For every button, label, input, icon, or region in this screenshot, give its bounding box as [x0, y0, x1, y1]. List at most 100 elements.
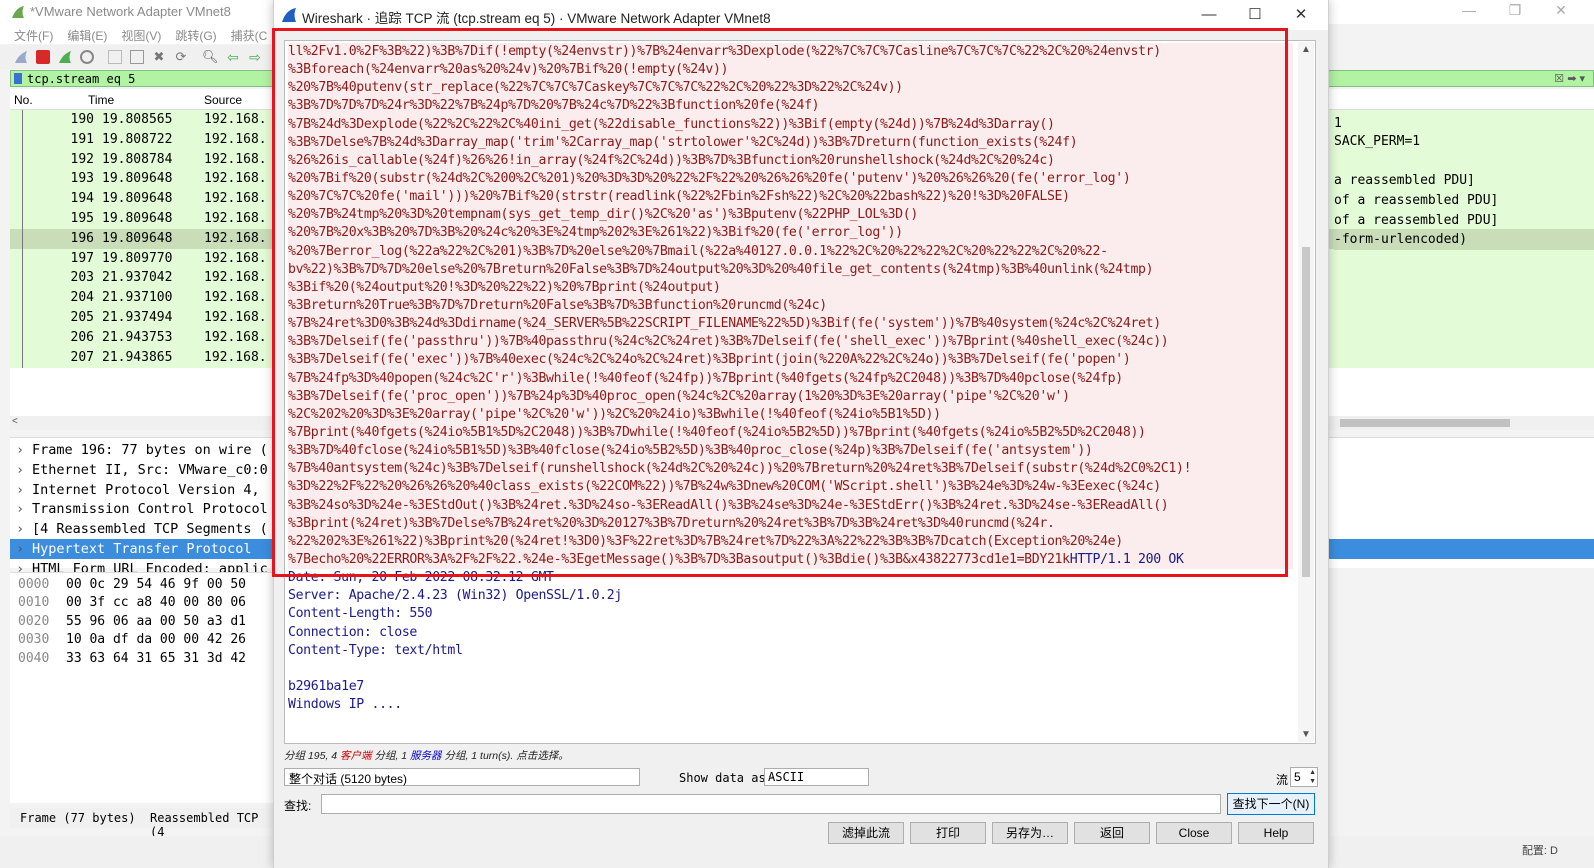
menu-view[interactable]: 视图(V) [121, 27, 161, 44]
tree-line [22, 308, 33, 328]
stream-line-text: %3D%22%2F%22%20%26%26%20%40class_exists(… [288, 479, 1161, 495]
display-filter-input[interactable]: tcp.stream eq 5 [27, 72, 135, 86]
reload-icon[interactable]: ⟳ [174, 50, 188, 64]
summary-text: 分组 195, 4 [284, 750, 341, 762]
stream-vscroll[interactable]: ▲ ▼ [1298, 42, 1314, 742]
status-reassembled-tab[interactable]: Reassembled TCP (4 [150, 811, 280, 839]
scroll-left-icon[interactable]: < [12, 416, 18, 427]
scroll-thumb[interactable] [1340, 419, 1510, 427]
scroll-thumb[interactable] [1302, 247, 1310, 577]
profile-label[interactable]: 配置: D [1522, 842, 1558, 858]
client-request-line: %3Breturn%20True%3B%7D%7Dreturn%20False%… [288, 296, 1293, 316]
chevron-right-icon[interactable]: › [16, 462, 24, 478]
menu-file[interactable]: 文件(F) [14, 27, 53, 44]
client-request-line: %7B%40antsystem(%24c)%3B%7Delseif(runshe… [288, 460, 1293, 479]
client-request-line: %20%7C%7C%20fe('mail')))%20%7Bif%20(strs… [288, 188, 1293, 207]
back-button[interactable]: 返回 [1074, 822, 1150, 844]
client-request-line: %20%7B%20x%3B%20%7D%3B%20%24c%20%3E%24tm… [288, 224, 1293, 243]
chevron-right-icon[interactable]: › [16, 521, 24, 537]
chevron-right-icon[interactable]: › [16, 482, 24, 498]
close-button[interactable]: Close [1156, 822, 1232, 844]
chevron-right-icon[interactable]: › [16, 501, 24, 517]
stream-line-text: %3B%7Delseif(fe('exec'))%7B%40exec(%24c%… [288, 352, 1131, 368]
packet-source: 192.168. [204, 131, 267, 147]
main-window-controls: — ❐ ✕ [1446, 2, 1584, 19]
minimize-icon[interactable]: — [1186, 0, 1232, 30]
close-icon[interactable]: ✕ [1278, 0, 1324, 30]
find-input[interactable] [321, 794, 1221, 814]
packet-time: 19.809648 [102, 191, 173, 207]
go-forward-icon[interactable]: ⇨ [248, 50, 262, 64]
menu-go[interactable]: 跳转(G) [175, 27, 216, 44]
client-link[interactable]: 客户端 [340, 750, 372, 762]
close-file-icon[interactable]: ✖ [152, 50, 166, 64]
stream-line-text: %20%7Berror_log(%22a%22%2C%201)%3B%7D%20… [288, 243, 1108, 259]
scroll-down-icon[interactable]: ▼ [1301, 729, 1311, 740]
stream-line-text: %3B%7Delseif(fe('proc_open'))%7B%24p%3D%… [288, 388, 1070, 404]
client-request-line: %3B%24so%3D%24e-%3EStdOut()%3B%24ret.%3D… [288, 496, 1293, 515]
filter-out-stream-button[interactable]: 滤掉此流 [828, 822, 904, 844]
server-response-line: b2961ba1e7 [288, 677, 1293, 697]
open-file-icon[interactable] [108, 50, 122, 64]
byte-offset: 0010 [18, 595, 50, 611]
find-packet-icon[interactable]: 🔍︎ [202, 50, 219, 64]
stream-line-text: %20%7B%24tmp%20%3D%20tempnam(sys_get_tem… [288, 207, 918, 223]
client-request-line: %20%7B%40putenv(str_replace(%22%7C%7C%7C… [288, 79, 1293, 98]
print-button[interactable]: 打印 [910, 822, 986, 844]
stream-content[interactable]: ll%2Fv1.0%2F%3B%22)%3B%7Dif(!empty(%24en… [284, 40, 1316, 744]
menu-edit[interactable]: 编辑(E) [67, 27, 107, 44]
stream-text[interactable]: ll%2Fv1.0%2F%3B%22)%3B%7Dif(!empty(%24en… [288, 43, 1293, 715]
find-next-button[interactable]: 查找下一个(N) [1227, 793, 1315, 815]
detail-label: Internet Protocol Version 4, [32, 481, 260, 498]
detail-label: Transmission Control Protocol [32, 501, 268, 518]
client-request-line: %22%202%3E%261%22)%3Bprint%20(%24ret!%3D… [288, 532, 1293, 551]
info-text: -form-urlencoded) [1334, 232, 1468, 247]
tree-line [22, 248, 33, 269]
conversation-select[interactable]: 整个对话 (5120 bytes) ⌄ [284, 768, 640, 786]
status-frame-tab[interactable]: Frame (77 bytes) [20, 811, 136, 825]
chevron-right-icon[interactable]: › [16, 442, 24, 458]
stream-line-text: %3B%7Delse%7B%24d%3Darray_map('trim'%2Ca… [288, 134, 1078, 150]
go-back-icon[interactable]: ⇦ [226, 50, 240, 64]
maximize-icon[interactable]: ❐ [1492, 2, 1538, 19]
restart-capture-icon[interactable] [58, 50, 72, 64]
byte-hex: 10 0a df da 00 00 42 26 [66, 632, 247, 648]
packet-source: 192.168. [204, 349, 267, 365]
tree-line [22, 347, 33, 368]
stop-capture-icon[interactable] [36, 50, 50, 64]
spinner-arrows-icon[interactable]: ▲ ▼ [1309, 768, 1316, 786]
server-link[interactable]: 服务器 [410, 750, 442, 762]
stream-line-text: %7Becho%20%22ERROR%3A%2F%2F%22.%24e-%3Eg… [288, 551, 1070, 567]
bookmark-icon[interactable] [14, 73, 22, 84]
filter-clear-icon[interactable]: ☒ ➡ ▾ [1554, 72, 1585, 85]
scroll-up-icon[interactable]: ▲ [1301, 44, 1311, 55]
save-file-icon[interactable] [130, 50, 144, 64]
stream-number-spinner[interactable]: 5 ▲ ▼ [1290, 767, 1318, 787]
save-as-button[interactable]: 另存为… [992, 822, 1068, 844]
byte-offset: 0040 [18, 650, 50, 666]
stream-line-text: ll%2Fv1.0%2F%3B%22)%3B%7Dif(!empty(%24en… [288, 44, 1161, 59]
packet-time: 21.937042 [102, 270, 173, 286]
col-time[interactable]: Time [88, 93, 114, 107]
packet-bytes: 0000 00 0c 29 54 46 9f 00 50 0010 00 3f cc … [10, 572, 280, 803]
server-response-line: Server: Apache/2.4.23 (Win32) OpenSSL/1.… [288, 587, 1293, 606]
col-source[interactable]: Source [204, 93, 242, 107]
stream-number-value: 5 [1294, 770, 1301, 784]
help-button[interactable]: Help [1238, 822, 1314, 844]
show-data-as-select[interactable]: ASCII ⌄ [764, 768, 869, 786]
close-icon[interactable]: ✕ [1538, 2, 1584, 19]
client-request-line: %3D%22%2F%22%20%26%26%20%40class_exists(… [288, 478, 1293, 497]
stream-line-text: %26%26is_callable(%24f)%26%26!in_array(%… [288, 152, 1055, 168]
tree-line [22, 189, 33, 210]
packet-time: 19.808565 [102, 112, 173, 127]
chevron-right-icon[interactable]: › [16, 541, 24, 557]
minimize-icon[interactable]: — [1446, 2, 1492, 18]
options-icon[interactable] [80, 50, 94, 64]
stream-line-text: %3B%7D%40fclose(%24io%5B1%5D)%3B%40fclos… [288, 443, 1093, 459]
packet-time: 19.809648 [102, 211, 173, 226]
maximize-icon[interactable]: ☐ [1232, 0, 1278, 30]
col-no[interactable]: No. [14, 93, 33, 107]
client-request-line: %7B%24fp%3D%40popen(%24c%2C'r')%3Bwhile(… [288, 369, 1293, 388]
menu-capture[interactable]: 捕获(C [231, 27, 268, 44]
shark-fin-icon[interactable] [14, 50, 28, 64]
